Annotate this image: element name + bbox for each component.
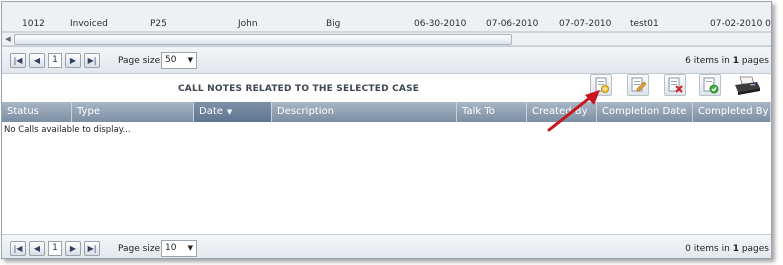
pages-count: 1 — [732, 56, 739, 66]
items-count: 0 — [685, 244, 691, 254]
previous-page-icon: ◀ — [33, 56, 41, 65]
call-notes-window: 1012 Invoiced P25 John Big 06-30-2010 07… — [1, 1, 772, 259]
page-size-select[interactable]: 50 ▼ — [161, 52, 197, 69]
horizontal-scrollbar[interactable]: ◀ — [2, 32, 771, 46]
delete-call-note-button[interactable] — [664, 74, 686, 96]
empty-grid-message: No Calls available to display... — [4, 125, 131, 135]
last-page-button[interactable]: ▶| — [84, 53, 100, 68]
column-date[interactable]: Date ▼ — [194, 102, 272, 122]
pages-label: pages — [741, 56, 769, 66]
column-date-label: Date — [199, 106, 223, 117]
column-status[interactable]: Status — [2, 102, 72, 122]
pager-info: 0 items in 1 pages — [685, 244, 769, 254]
first-page-icon: |◀ — [13, 244, 23, 253]
call-notes-grid-header: Status Type Date ▼ Description Talk To Cr… — [2, 102, 771, 122]
page-size-label: Page size: — [118, 244, 164, 254]
pages-count: 1 — [732, 244, 739, 254]
case-first-name-cell: John — [238, 19, 258, 29]
items-in-label: items in — [693, 244, 730, 254]
case-date-3-cell: 07-07-2010 — [559, 19, 612, 29]
page-number-button[interactable]: 1 — [48, 241, 62, 256]
next-page-button[interactable]: ▶ — [65, 53, 81, 68]
next-page-icon: ▶ — [69, 56, 77, 65]
print-button[interactable] — [733, 74, 761, 98]
sort-descending-icon: ▼ — [226, 108, 233, 116]
next-page-icon: ▶ — [69, 244, 77, 253]
pager-info: 6 items in 1 pages — [685, 56, 769, 66]
section-title: CALL NOTES RELATED TO THE SELECTED CASE — [178, 84, 420, 94]
column-talk-to[interactable]: Talk To — [457, 102, 527, 122]
first-page-button[interactable]: |◀ — [10, 53, 26, 68]
last-page-icon: ▶| — [87, 56, 97, 65]
previous-page-button[interactable]: ◀ — [29, 53, 45, 68]
column-type[interactable]: Type — [72, 102, 194, 122]
edit-call-note-button[interactable] — [627, 74, 649, 96]
case-user-cell: test01 — [630, 19, 659, 29]
complete-note-icon — [703, 77, 719, 94]
case-date-1-cell: 06-30-2010 — [414, 19, 467, 29]
chevron-down-icon: ▼ — [187, 56, 193, 64]
case-last-name-cell: Big — [326, 19, 341, 29]
case-table-row[interactable]: 1012 Invoiced P25 John Big 06-30-2010 07… — [2, 2, 771, 32]
case-code-cell: P25 — [150, 19, 167, 29]
page-number-button[interactable]: 1 — [48, 53, 62, 68]
previous-page-button[interactable]: ◀ — [29, 241, 45, 256]
case-datetime-cell: 07-02-2010 05:4 — [710, 19, 771, 29]
case-id-cell: 1012 — [22, 19, 45, 29]
previous-page-icon: ◀ — [33, 244, 41, 253]
column-completion-date[interactable]: Completion Date — [597, 102, 693, 122]
scrollbar-thumb[interactable] — [14, 34, 512, 45]
page-size-value: 10 — [165, 243, 177, 253]
case-status-cell: Invoiced — [70, 19, 108, 29]
case-date-2-cell: 07-06-2010 — [486, 19, 539, 29]
pages-label: pages — [741, 244, 769, 254]
annotation-arrow-icon — [547, 90, 600, 132]
last-page-icon: ▶| — [87, 244, 97, 253]
delete-note-icon — [668, 77, 683, 93]
page-size-value: 50 — [165, 55, 177, 65]
page-size-select[interactable]: 10 ▼ — [161, 240, 197, 257]
top-pager: |◀ ◀ 1 ▶ ▶| Page size: 50 ▼ 6 items in 1… — [2, 46, 771, 74]
first-page-icon: |◀ — [13, 56, 23, 65]
bottom-pager: |◀ ◀ 1 ▶ ▶| Page size: 10 ▼ 0 items in 1… — [2, 234, 771, 258]
chevron-down-icon: ▼ — [187, 244, 193, 252]
items-in-label: items in — [693, 56, 730, 66]
first-page-button[interactable]: |◀ — [10, 241, 26, 256]
items-count: 6 — [685, 56, 691, 66]
scroll-left-icon[interactable]: ◀ — [2, 34, 14, 45]
column-description[interactable]: Description — [272, 102, 457, 122]
complete-call-note-button[interactable] — [699, 74, 721, 96]
edit-note-icon — [631, 77, 647, 92]
next-page-button[interactable]: ▶ — [65, 241, 81, 256]
last-page-button[interactable]: ▶| — [84, 241, 100, 256]
print-icon — [735, 76, 760, 95]
page-size-label: Page size: — [118, 56, 164, 66]
column-completed-by[interactable]: Completed By — [693, 102, 771, 122]
